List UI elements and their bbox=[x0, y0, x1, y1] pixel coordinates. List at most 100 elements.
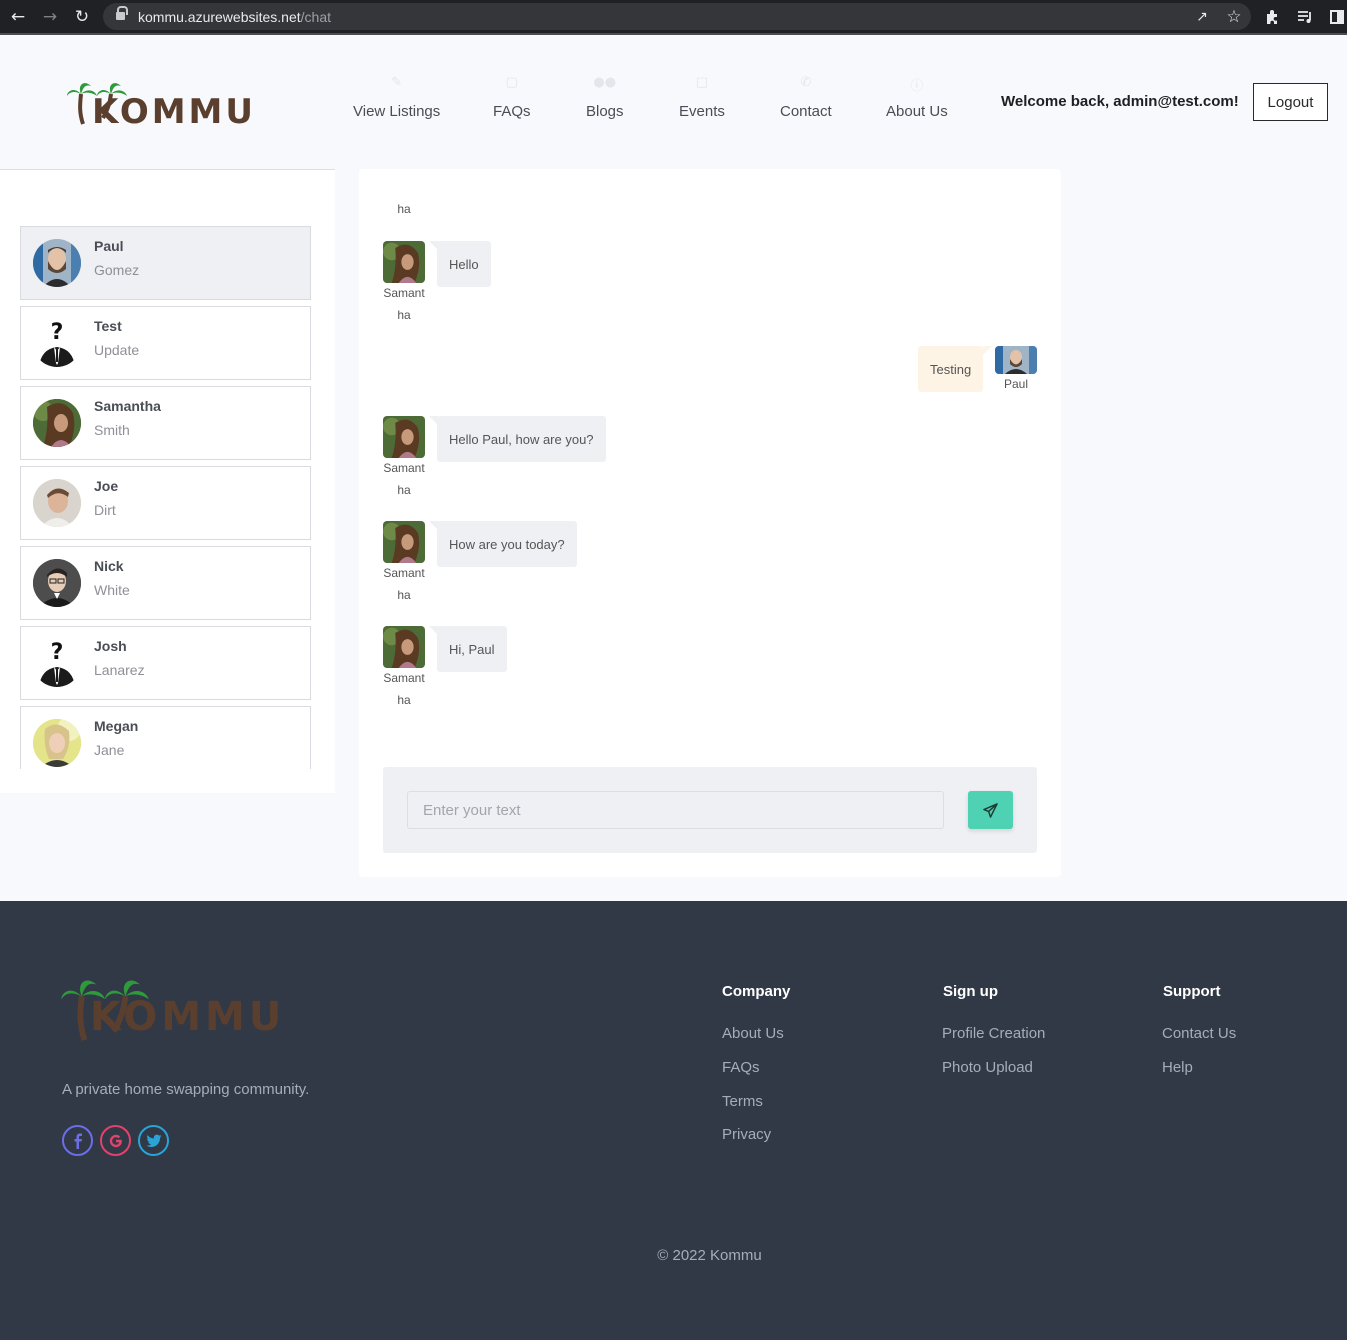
footer-link-privacy[interactable]: Privacy bbox=[722, 1126, 771, 1143]
google-icon[interactable] bbox=[100, 1125, 131, 1156]
media-icon[interactable] bbox=[1291, 3, 1319, 30]
lock-icon bbox=[116, 6, 128, 21]
contact-first-name: Test bbox=[94, 318, 122, 334]
site-header: KOMMU ✎ View Listings ▢ FAQs ●● Blogs □ Even… bbox=[0, 35, 1347, 170]
footer-heading-company: Company bbox=[722, 983, 791, 1000]
logout-button[interactable]: Logout bbox=[1253, 83, 1328, 121]
footer-link-about-us[interactable]: About Us bbox=[722, 1025, 784, 1042]
contact-first-name: Nick bbox=[94, 558, 124, 574]
contact-first-name: Josh bbox=[94, 638, 127, 654]
message-bubble: Hello bbox=[429, 241, 491, 287]
copyright: © 2022 Kommu bbox=[657, 1247, 762, 1264]
contact-item[interactable]: Samantha Smith bbox=[20, 386, 311, 460]
avatar bbox=[33, 399, 81, 447]
unknown-user-icon: ? bbox=[39, 640, 75, 687]
message-bubble: Hi, Paul bbox=[429, 626, 507, 672]
site-footer: KOMMU A private home swapping community.… bbox=[0, 901, 1347, 1340]
footer-link-terms[interactable]: Terms bbox=[722, 1093, 763, 1110]
svg-text:?: ? bbox=[51, 640, 64, 665]
info-icon: ⓘ bbox=[910, 79, 924, 94]
svg-text:?: ? bbox=[51, 320, 64, 345]
footer-tagline: A private home swapping community. bbox=[62, 1081, 310, 1098]
send-button[interactable] bbox=[968, 791, 1013, 829]
footer-link-photo-upload[interactable]: Photo Upload bbox=[942, 1059, 1033, 1076]
paper-plane-icon bbox=[983, 802, 998, 818]
contact-item[interactable]: Paul Gomez bbox=[20, 226, 311, 300]
avatar bbox=[33, 479, 81, 527]
message-bubble-outgoing: Testing bbox=[918, 346, 993, 392]
message-avatar bbox=[995, 346, 1037, 374]
sender-name: Paul bbox=[1003, 377, 1029, 391]
footer-link-contact-us[interactable]: Contact Us bbox=[1162, 1025, 1236, 1042]
calendar-icon: □ bbox=[695, 75, 709, 90]
contact-last-name: Lanarez bbox=[94, 662, 145, 678]
message-avatar bbox=[383, 626, 425, 668]
contact-first-name: Paul bbox=[94, 238, 124, 254]
contact-last-name: Gomez bbox=[94, 262, 140, 278]
chat-icon: ▢ bbox=[505, 75, 518, 90]
contact-last-name: Dirt bbox=[94, 502, 116, 518]
forward-icon[interactable]: → bbox=[36, 3, 64, 30]
chat-panel: ha Samant ha Hello Testing Paul Samant ha … bbox=[359, 169, 1061, 877]
sender-name: Samant ha bbox=[383, 671, 425, 707]
contact-item[interactable]: Nick White bbox=[20, 546, 311, 620]
twitter-icon[interactable] bbox=[138, 1125, 169, 1156]
message-avatar bbox=[383, 241, 425, 283]
reload-icon[interactable]: ↻ bbox=[68, 3, 96, 30]
contact-first-name: Samantha bbox=[94, 398, 161, 414]
nav-about-us[interactable]: ⓘ About Us bbox=[886, 79, 948, 120]
sender-name: Samant ha bbox=[383, 461, 425, 497]
avatar: ? bbox=[33, 639, 81, 687]
back-icon[interactable]: ← bbox=[4, 3, 32, 30]
contact-item[interactable]: ? Test Update bbox=[20, 306, 311, 380]
address-bar[interactable]: kommu.azurewebsites.net/chat ↗ ☆ bbox=[103, 3, 1251, 30]
footer-heading-sign-up: Sign up bbox=[943, 983, 998, 1000]
contact-last-name: Smith bbox=[94, 422, 130, 438]
avatar bbox=[33, 239, 81, 287]
browser-toolbar: ← → ↻ kommu.azurewebsites.net/chat ↗ ☆ bbox=[0, 0, 1347, 33]
footer-heading-support: Support bbox=[1163, 983, 1221, 1000]
phone-icon: ✆ bbox=[800, 75, 812, 90]
contact-last-name: Jane bbox=[94, 742, 125, 758]
message-bubble: How are you today? bbox=[429, 521, 577, 567]
message-input[interactable] bbox=[407, 791, 944, 829]
contact-last-name: Update bbox=[94, 342, 140, 358]
avatar: ? bbox=[33, 319, 81, 367]
users-icon: ●● bbox=[593, 75, 617, 90]
welcome-message: Welcome back, admin@test.com! bbox=[1001, 93, 1239, 110]
footer-link-help[interactable]: Help bbox=[1162, 1059, 1193, 1076]
nav-view-listings[interactable]: ✎ View Listings bbox=[353, 75, 440, 120]
unknown-user-icon: ? bbox=[39, 320, 75, 367]
nav-faqs[interactable]: ▢ FAQs bbox=[493, 75, 531, 120]
pencil-icon: ✎ bbox=[391, 75, 403, 90]
sender-name-fragment: ha bbox=[397, 202, 411, 216]
avatar bbox=[33, 719, 81, 767]
message-avatar bbox=[383, 416, 425, 458]
nav-contact[interactable]: ✆ Contact bbox=[780, 75, 832, 120]
facebook-icon[interactable] bbox=[62, 1125, 93, 1156]
footer-link-faqs[interactable]: FAQs bbox=[722, 1059, 760, 1076]
logo-wordmark: KOMMU bbox=[92, 92, 256, 132]
sender-name: Samant ha bbox=[383, 566, 425, 602]
nav-events[interactable]: □ Events bbox=[679, 75, 725, 120]
footer-link-profile-creation[interactable]: Profile Creation bbox=[942, 1025, 1045, 1042]
contact-list: Paul Gomez ? Test Update Samantha Smith … bbox=[0, 169, 335, 793]
contact-item[interactable]: ? Josh Lanarez bbox=[20, 626, 311, 700]
contact-item[interactable]: Megan Jane bbox=[20, 706, 311, 769]
side-panel-icon[interactable] bbox=[1323, 3, 1347, 30]
extensions-icon[interactable] bbox=[1259, 3, 1287, 30]
nav-blogs[interactable]: ●● Blogs bbox=[586, 75, 624, 120]
share-icon[interactable]: ↗ bbox=[1188, 3, 1216, 30]
star-icon[interactable]: ☆ bbox=[1220, 3, 1248, 30]
contact-first-name: Megan bbox=[94, 718, 139, 734]
url-text: kommu.azurewebsites.net/chat bbox=[138, 9, 331, 25]
message-avatar bbox=[383, 521, 425, 563]
logo-wordmark: KOMMU bbox=[90, 994, 286, 1040]
contact-item[interactable]: Joe Dirt bbox=[20, 466, 311, 540]
avatar bbox=[33, 559, 81, 607]
message-bubble: Hello Paul, how are you? bbox=[429, 416, 606, 462]
contact-last-name: White bbox=[94, 582, 130, 598]
sender-name: Samant ha bbox=[383, 286, 425, 322]
contact-first-name: Joe bbox=[94, 478, 119, 494]
message-composer bbox=[383, 767, 1037, 853]
